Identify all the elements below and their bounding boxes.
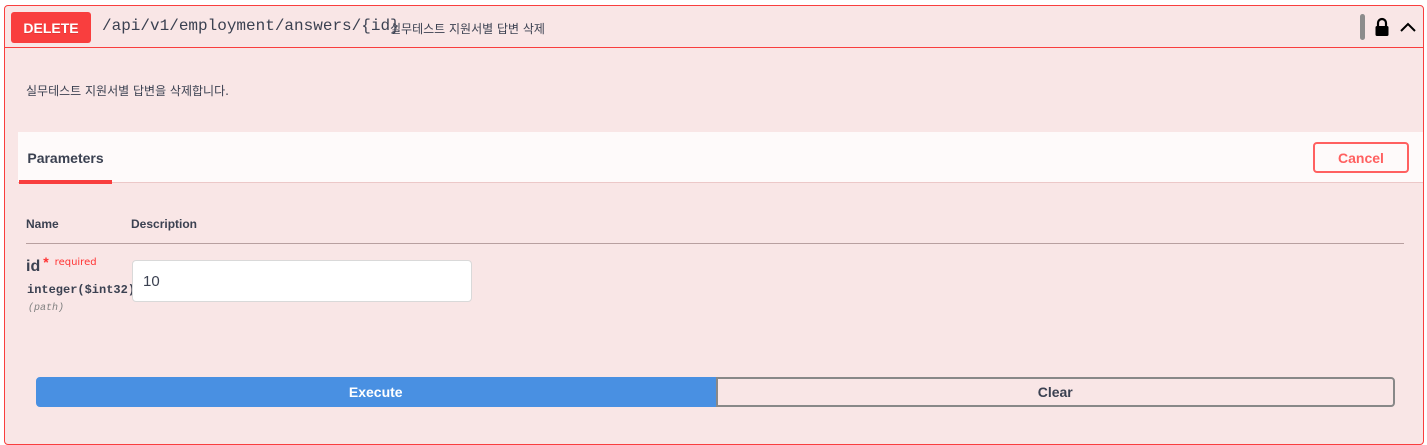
execute-button[interactable]: Execute [36, 377, 716, 407]
execute-wrapper: Execute Clear [36, 377, 1395, 407]
endpoint-summary: 실무테스트 지원서별 답변 삭제 [390, 22, 545, 36]
cancel-button[interactable]: Cancel [1313, 142, 1409, 173]
lock-icon[interactable] [1373, 16, 1391, 38]
tab-parameters-label: Parameters [27, 149, 104, 166]
param-type: integer($int32) [27, 283, 136, 297]
opblock-delete: DELETE /api/v1/employment/answers/{id} 실… [4, 5, 1424, 445]
copy-bar-icon[interactable] [1360, 14, 1365, 40]
active-tab-indicator [19, 180, 112, 184]
chevron-up-icon[interactable] [1399, 16, 1417, 38]
param-name: id * required [26, 254, 97, 276]
opblock-summary[interactable]: DELETE /api/v1/employment/answers/{id} 실… [5, 6, 1423, 48]
id-input[interactable] [132, 260, 472, 302]
operation-description: 실무테스트 지원서별 답변을 삭제합니다. [26, 84, 229, 98]
parameters-section-header: Parameters Cancel [18, 132, 1423, 184]
summary-controls [1360, 14, 1417, 40]
column-description-header: Description [131, 217, 198, 231]
param-name-text: id [26, 258, 41, 275]
column-name-header: Name [26, 217, 59, 231]
clear-button[interactable]: Clear [715, 377, 1395, 407]
method-badge: DELETE [11, 12, 91, 43]
tab-parameters[interactable]: Parameters [18, 132, 113, 184]
required-label: required [54, 257, 97, 268]
endpoint-path: /api/v1/employment/answers/{id} [102, 17, 400, 35]
param-location: (path) [28, 303, 65, 314]
required-star: * [43, 254, 49, 270]
parameters-table-header: Name Description [26, 216, 1404, 244]
